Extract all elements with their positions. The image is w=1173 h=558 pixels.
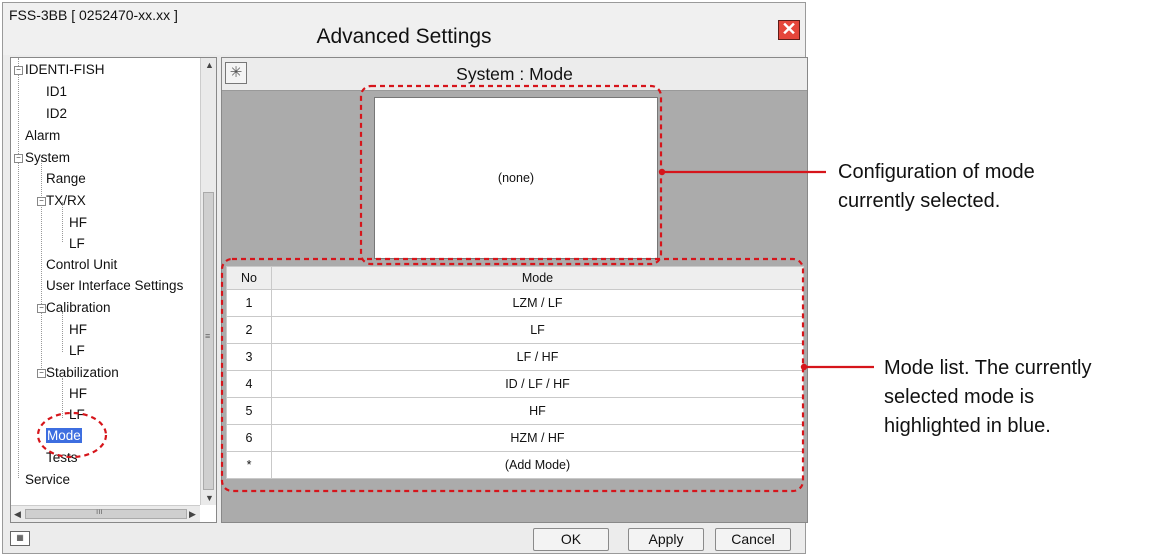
callout-dot (658, 168, 666, 176)
callout-text: selected mode is (884, 386, 1035, 408)
mode-list-highlight-outline (220, 257, 805, 493)
callout-text: Mode list. The currently (884, 357, 1092, 379)
mode-node-highlight-circle (36, 411, 108, 459)
callout-text: Configuration of mode (838, 161, 1035, 183)
callout-text: highlighted in blue. (884, 415, 1051, 437)
annotation-overlay (36, 84, 874, 493)
callout-text: currently selected. (838, 190, 1001, 212)
config-highlight-outline (359, 84, 663, 266)
callout-dot (800, 363, 808, 371)
config-callout: Configuration of mode currently selected… (838, 158, 1035, 216)
mode-list-callout: Mode list. The currently selected mode i… (884, 354, 1092, 441)
